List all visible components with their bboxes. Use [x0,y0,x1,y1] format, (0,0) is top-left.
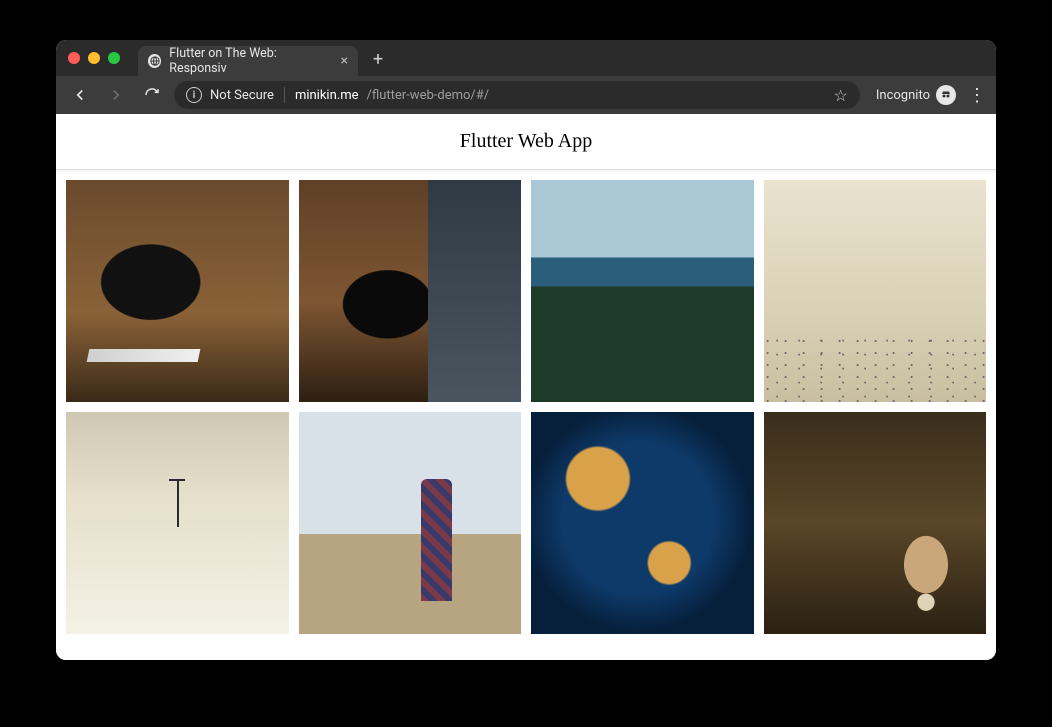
security-label: Not Secure [210,88,274,103]
gallery-tile[interactable]: satellite view of coastline [531,412,754,634]
maximize-window-button[interactable] [108,52,120,64]
reload-button[interactable] [138,81,166,109]
app-title: Flutter Web App [460,130,592,153]
gallery-tile[interactable]: laptop on wooden desk [66,180,289,402]
new-tab-button[interactable]: + [366,47,390,71]
gallery-tile[interactable]: hazy beach with people [764,180,987,402]
close-window-button[interactable] [68,52,80,64]
bookmark-star-icon[interactable]: ☆ [834,86,848,105]
page-content: Flutter Web App laptop on wooden desk pe… [56,114,996,660]
back-button[interactable] [66,81,94,109]
incognito-indicator[interactable]: Incognito [876,85,956,105]
forward-button[interactable] [102,81,130,109]
url-host: minikin.me [295,88,359,103]
tab-title: Flutter on The Web: Responsiv [169,46,328,76]
gallery-tile[interactable]: young deer in forest [764,412,987,634]
divider [284,87,285,103]
window-controls [68,52,120,64]
gallery-tile[interactable]: person typing on laptop [299,180,522,402]
url-path: /flutter-web-demo/#/ [367,88,490,103]
info-icon[interactable]: i [186,87,202,103]
address-bar[interactable]: i Not Secure minikin.me/flutter-web-demo… [174,81,860,109]
toolbar-right: Incognito ⋮ [876,85,986,106]
app-bar: Flutter Web App [56,114,996,170]
gallery-tile[interactable]: snowy hill with cross [66,412,289,634]
toolbar: i Not Secure minikin.me/flutter-web-demo… [56,76,996,114]
menu-button[interactable]: ⋮ [968,85,986,106]
incognito-label: Incognito [876,88,930,103]
close-tab-icon[interactable]: × [341,53,348,69]
minimize-window-button[interactable] [88,52,100,64]
browser-window: Flutter on The Web: Responsiv × + i Not … [56,40,996,660]
image-grid: laptop on wooden desk person typing on l… [56,170,996,660]
incognito-icon [936,85,956,105]
gallery-tile[interactable]: person holding child on beach [299,412,522,634]
gallery-tile[interactable]: forest and lake with mountains [531,180,754,402]
browser-tab[interactable]: Flutter on The Web: Responsiv × [138,46,358,76]
globe-icon [148,54,161,68]
titlebar: Flutter on The Web: Responsiv × + [56,40,996,76]
